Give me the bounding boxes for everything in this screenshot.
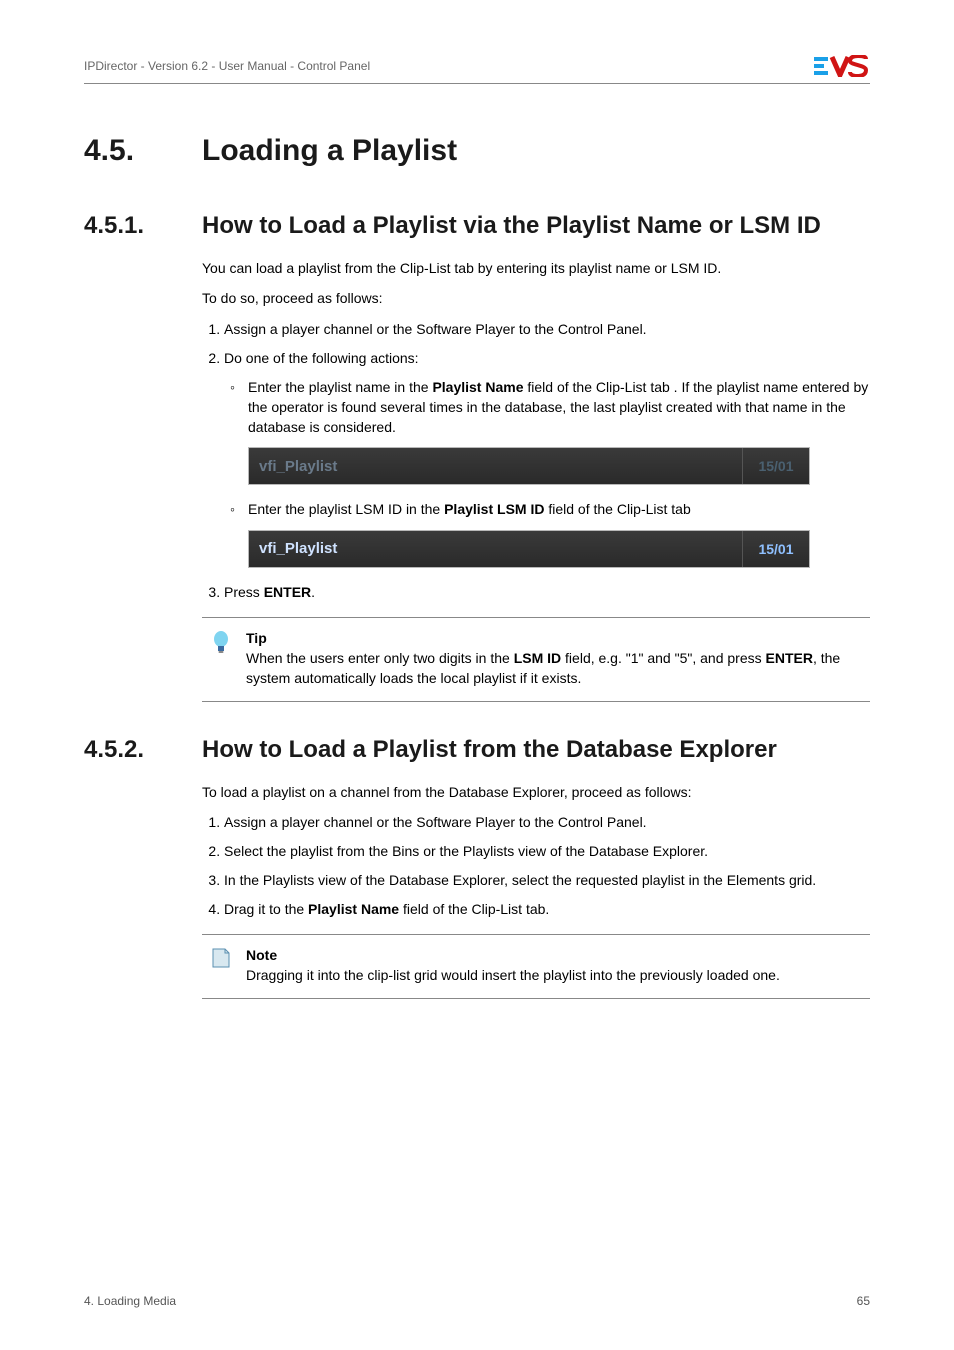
list-item: Press ENTER.: [224, 582, 870, 603]
sub-list-item: Enter the playlist LSM ID in the Playlis…: [248, 499, 870, 567]
text-run: field of the Clip-List tab.: [399, 901, 549, 917]
tip-title: Tip: [246, 628, 862, 648]
list-item: Select the playlist from the Bins or the…: [224, 841, 870, 862]
note-body: Dragging it into the clip-list grid woul…: [246, 967, 780, 983]
paragraph: To do so, proceed as follows:: [202, 288, 870, 308]
subsection-number: 4.5.2.: [84, 736, 174, 764]
subsection-title: How to Load a Playlist via the Playlist …: [202, 212, 821, 240]
note-title: Note: [246, 945, 780, 965]
list-item: In the Playlists view of the Database Ex…: [224, 870, 870, 891]
bold-text: Playlist Name: [308, 901, 399, 917]
playlist-name-value: vfi_Playlist: [249, 448, 742, 484]
list-item: Do one of the following actions: Enter t…: [224, 348, 870, 568]
text-run: Press: [224, 584, 264, 600]
text-run: field, e.g. "1" and "5", and press: [561, 650, 765, 666]
note-callout: Note Dragging it into the clip-list grid…: [202, 934, 870, 999]
paragraph: To load a playlist on a channel from the…: [202, 782, 870, 802]
text-run: field of the Clip-List tab: [544, 501, 690, 517]
note-icon: [210, 945, 232, 986]
playlist-lsm-id-value: 15/01: [742, 448, 809, 484]
section-number: 4.5.: [84, 134, 164, 168]
text-run: When the users enter only two digits in …: [246, 650, 514, 666]
section-title: Loading a Playlist: [202, 134, 457, 168]
playlist-name-field-example: vfi_Playlist 15/01: [248, 447, 810, 485]
bold-text: ENTER: [766, 650, 813, 666]
text-run: Enter the playlist name in the: [248, 379, 432, 395]
lightbulb-icon: [210, 628, 232, 689]
text-run: Drag it to the: [224, 901, 308, 917]
bold-text: ENTER: [264, 584, 311, 600]
list-item: Drag it to the Playlist Name field of th…: [224, 899, 870, 920]
paragraph: You can load a playlist from the Clip-Li…: [202, 258, 870, 278]
bold-text: Playlist LSM ID: [444, 501, 544, 517]
bold-text: Playlist Name: [432, 379, 523, 395]
playlist-lsm-id-value: 15/01: [742, 531, 809, 567]
text-run: .: [311, 584, 315, 600]
header-divider: [84, 83, 870, 84]
subsection-number: 4.5.1.: [84, 212, 174, 240]
playlist-lsm-id-field-example: vfi_Playlist 15/01: [248, 530, 810, 568]
evs-logo: [814, 55, 870, 77]
playlist-name-value: vfi_Playlist: [249, 531, 742, 567]
tip-callout: Tip When the users enter only two digits…: [202, 617, 870, 702]
footer-section: 4. Loading Media: [84, 1294, 176, 1308]
sub-list-item: Enter the playlist name in the Playlist …: [248, 377, 870, 486]
list-item-text: Do one of the following actions:: [224, 350, 419, 366]
list-item: Assign a player channel or the Software …: [224, 812, 870, 833]
list-item: Assign a player channel or the Software …: [224, 319, 870, 340]
header-breadcrumb: IPDirector - Version 6.2 - User Manual -…: [84, 59, 370, 73]
bold-text: LSM ID: [514, 650, 561, 666]
page-number: 65: [857, 1294, 870, 1308]
text-run: Enter the playlist LSM ID in the: [248, 501, 444, 517]
subsection-title: How to Load a Playlist from the Database…: [202, 736, 777, 764]
